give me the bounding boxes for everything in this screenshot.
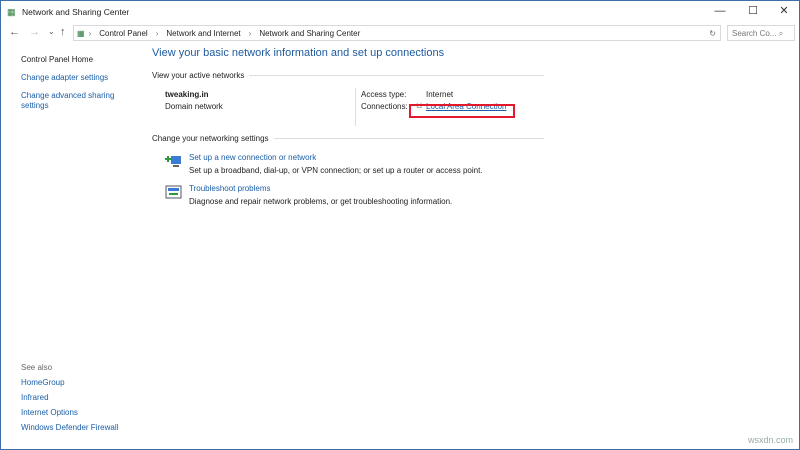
network-type: Domain network bbox=[165, 102, 223, 111]
minimize-button[interactable]: — bbox=[705, 1, 735, 21]
breadcrumb-network-internet[interactable]: Network and Internet bbox=[166, 29, 240, 38]
access-type-value: Internet bbox=[426, 90, 454, 99]
new-connection-icon bbox=[165, 156, 181, 167]
access-type-label: Access type: bbox=[361, 90, 407, 99]
navigation-bar: ← → ⌄ ↑ ▦ › Control Panel › Network and … bbox=[1, 23, 799, 43]
network-name: tweaking.in bbox=[165, 90, 209, 99]
watermark: wsxdn.com bbox=[747, 435, 793, 445]
network-icon: ▦ bbox=[7, 7, 16, 17]
back-button[interactable]: ← bbox=[9, 26, 20, 38]
main-content: View your basic network information and … bbox=[152, 47, 544, 215]
address-bar[interactable]: ▦ › Control Panel › Network and Internet… bbox=[73, 25, 721, 41]
close-button[interactable]: ✕ bbox=[769, 1, 799, 21]
sidebar: Control Panel Home Change adapter settin… bbox=[21, 55, 141, 119]
change-settings-heading: Change your networking settings bbox=[152, 134, 269, 143]
breadcrumb-network-sharing[interactable]: Network and Sharing Center bbox=[259, 29, 360, 38]
link-firewall[interactable]: Windows Defender Firewall bbox=[21, 423, 118, 432]
link-infrared[interactable]: Infrared bbox=[21, 393, 118, 402]
forward-button[interactable]: → bbox=[29, 26, 40, 38]
breadcrumb-control-panel[interactable]: Control Panel bbox=[99, 29, 147, 38]
highlight-box bbox=[409, 104, 515, 118]
page-title: View your basic network information and … bbox=[152, 47, 445, 59]
active-networks-heading: View your active networks bbox=[152, 71, 245, 80]
up-button[interactable]: ↑ bbox=[60, 26, 66, 38]
link-internet-options[interactable]: Internet Options bbox=[21, 408, 118, 417]
see-also-heading: See also bbox=[21, 363, 53, 372]
recent-locations-button[interactable]: ⌄ bbox=[48, 27, 55, 36]
window-title: Network and Sharing Center bbox=[22, 7, 130, 17]
troubleshoot-link[interactable]: Troubleshoot problems bbox=[189, 184, 271, 193]
title-bar: ▦ Network and Sharing Center bbox=[1, 1, 799, 23]
new-connection-description: Set up a broadband, dial-up, or VPN conn… bbox=[189, 166, 483, 175]
sidebar-item-advanced-sharing[interactable]: Change advanced sharing settings bbox=[21, 91, 121, 111]
see-also: See also HomeGroup Infrared Internet Opt… bbox=[21, 363, 118, 438]
breadcrumb-separator: › bbox=[155, 28, 159, 38]
troubleshoot-icon bbox=[165, 185, 182, 199]
task-troubleshoot: Troubleshoot problems Diagnose and repair… bbox=[165, 184, 544, 206]
new-connection-link[interactable]: Set up a new connection or network bbox=[189, 153, 316, 162]
breadcrumb-separator: › bbox=[88, 28, 92, 38]
connections-label: Connections: bbox=[361, 102, 408, 111]
task-new-connection: Set up a new connection or network Set up… bbox=[165, 153, 544, 175]
maximize-button[interactable]: ☐ bbox=[738, 1, 768, 21]
refresh-icon[interactable]: ↻ bbox=[709, 29, 716, 38]
sidebar-item-control-panel-home[interactable]: Control Panel Home bbox=[21, 55, 141, 65]
breadcrumb-separator: › bbox=[248, 28, 252, 38]
active-network: tweaking.in Domain network Access type: … bbox=[152, 88, 544, 134]
troubleshoot-description: Diagnose and repair network problems, or… bbox=[189, 197, 453, 206]
search-input[interactable]: Search Co... ⌕ bbox=[727, 25, 795, 41]
sidebar-item-adapter-settings[interactable]: Change adapter settings bbox=[21, 73, 141, 83]
link-homegroup[interactable]: HomeGroup bbox=[21, 378, 118, 387]
network-icon: ▦ bbox=[77, 28, 85, 38]
